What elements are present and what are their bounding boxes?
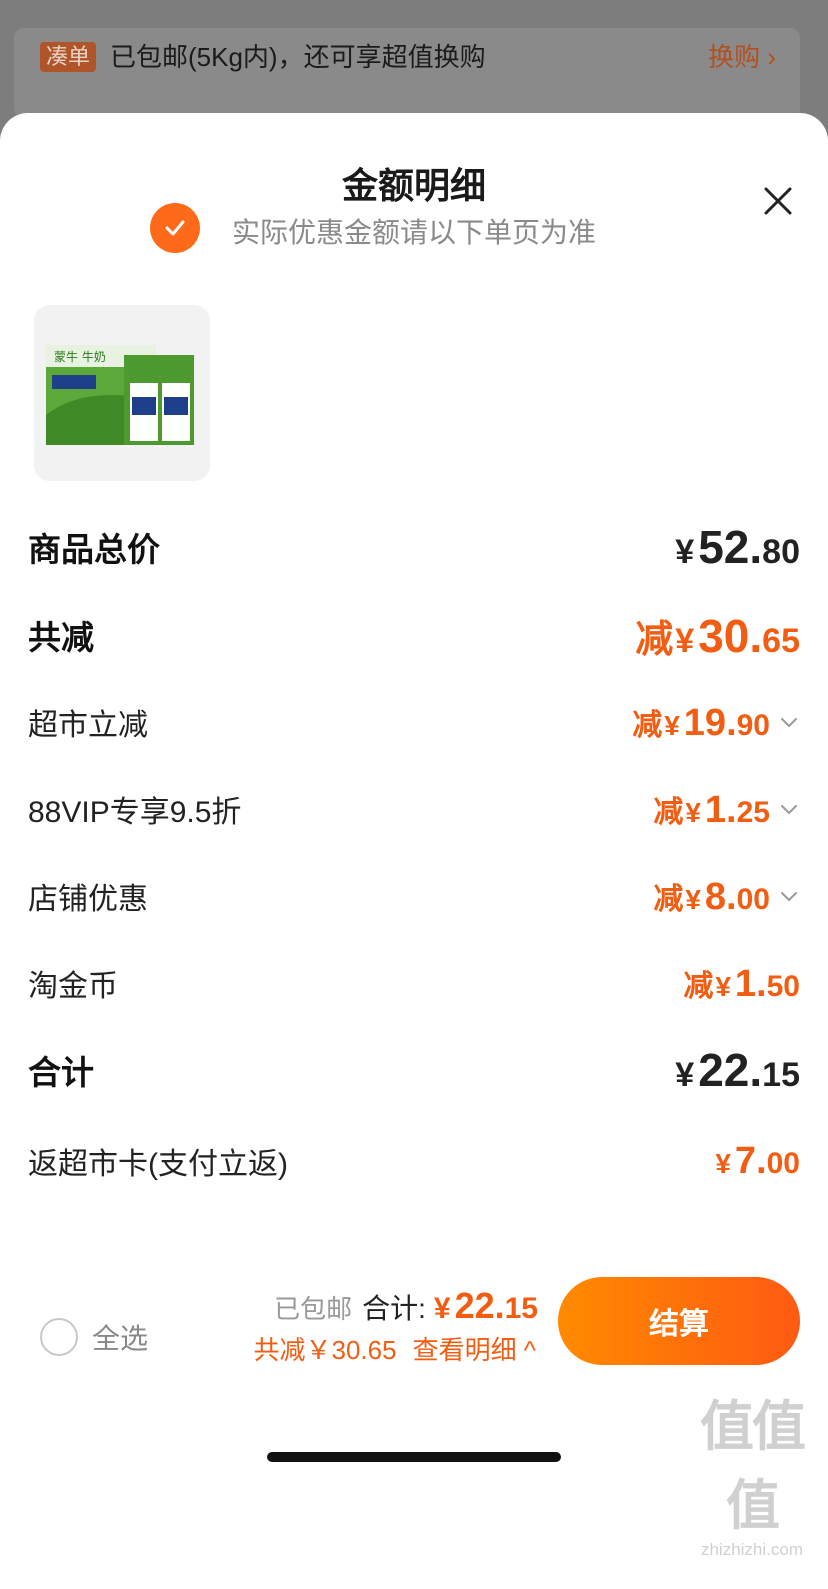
- total-label: 合计:: [362, 1293, 426, 1324]
- checkout-button[interactable]: 结算: [558, 1277, 800, 1365]
- sheet-subtitle: 实际优惠金额请以下单页为准: [231, 217, 596, 248]
- row-label: 超市立减: [28, 709, 148, 742]
- product-brand-text: 蒙牛 牛奶: [54, 349, 106, 364]
- close-icon[interactable]: [760, 183, 796, 219]
- row-amount: 减 ¥19. 90: [632, 701, 770, 744]
- chevron-down-icon[interactable]: [778, 885, 800, 907]
- row-label: 返超市卡(支付立返): [28, 1148, 288, 1181]
- row-amount: ¥7. 00: [715, 1139, 800, 1182]
- row-amount: ¥52. 80: [675, 521, 800, 573]
- total-summary: 已包邮 合计: ¥22. 15: [274, 1285, 538, 1326]
- row-supermarket-discount[interactable]: 超市立减 减 ¥19. 90: [28, 692, 800, 752]
- row-subtotal: 商品总价 ¥52. 80: [28, 517, 800, 577]
- row-vip-discount[interactable]: 88VIP专享9.5折 减 ¥1. 25: [28, 779, 800, 839]
- chevron-down-icon[interactable]: [778, 798, 800, 820]
- shipping-status: 已包邮: [274, 1294, 353, 1324]
- selected-check-icon[interactable]: [150, 203, 200, 253]
- amount-detail-sheet: 金额明细 实际优惠金额请以下单页为准 蒙牛 牛奶: [0, 113, 828, 1589]
- chevron-down-icon[interactable]: [778, 711, 800, 733]
- exchange-link[interactable]: 换购 ›: [708, 42, 776, 72]
- row-label: 88VIP专享9.5折: [28, 796, 242, 829]
- watermark: 值值值 zhizhizhi.com: [700, 1397, 806, 1559]
- promo-text: 已包邮(5Kg内)，还可享超值换购: [110, 42, 486, 72]
- row-label: 淘金币: [28, 970, 118, 1003]
- promo-bar: 凑单 已包邮(5Kg内)，还可享超值换购 换购 ›: [14, 28, 800, 118]
- row-amount: 减 ¥1. 25: [653, 788, 770, 831]
- row-label: 共减: [28, 619, 94, 656]
- discount-summary: 共减￥30.65 查看明细 ^: [253, 1330, 536, 1367]
- discount-text: 共减￥30.65: [253, 1335, 397, 1365]
- view-detail-link[interactable]: 查看明细 ^: [413, 1330, 536, 1367]
- home-indicator[interactable]: [267, 1452, 561, 1462]
- row-cashback-card: 返超市卡(支付立返) ¥7. 00: [28, 1131, 800, 1191]
- row-amount: 减 ¥1. 50: [683, 962, 800, 1005]
- sheet-title: 金额明细: [341, 165, 486, 206]
- select-all-radio[interactable]: [40, 1318, 78, 1356]
- product-thumbnail[interactable]: 蒙牛 牛奶: [34, 305, 210, 481]
- row-label: 合计: [28, 1054, 94, 1091]
- promo-tag: 凑单: [40, 42, 97, 72]
- row-shop-discount[interactable]: 店铺优惠 减 ¥8. 00: [28, 866, 800, 926]
- select-all[interactable]: 全选: [40, 1317, 148, 1357]
- row-label: 店铺优惠: [28, 883, 148, 916]
- row-amount: ¥22. 15: [675, 1044, 800, 1096]
- row-taojinbi: 淘金币 减 ¥1. 50: [28, 953, 800, 1013]
- row-amount: 减 ¥8. 00: [653, 875, 770, 918]
- milk-box-image: 蒙牛 牛奶: [34, 305, 210, 481]
- row-label: 商品总价: [28, 531, 160, 568]
- total-amount: 22.: [454, 1285, 505, 1326]
- select-all-label: 全选: [92, 1323, 149, 1354]
- row-total: 合计 ¥22. 15: [28, 1040, 800, 1100]
- row-amount: 减 ¥30. 65: [635, 609, 800, 662]
- row-total-discount: 共减 减 ¥30. 65: [28, 605, 800, 665]
